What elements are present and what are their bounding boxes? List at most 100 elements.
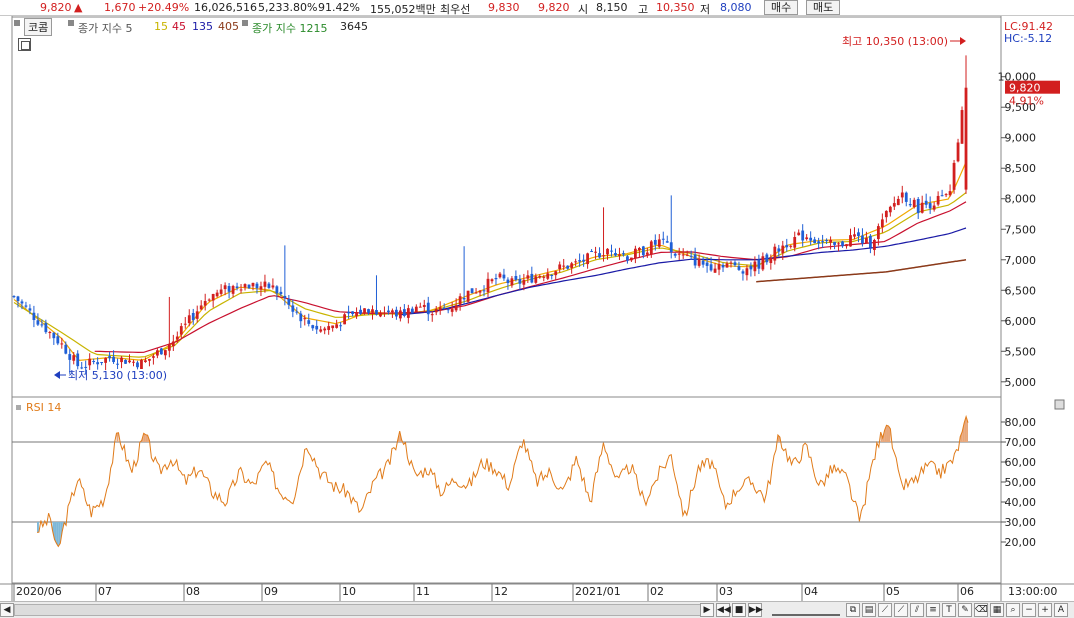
candle-body [817, 241, 821, 244]
legend-marker-icon [14, 20, 20, 26]
candle-body [116, 363, 119, 365]
candle-body [363, 308, 366, 313]
zoom-search-icon[interactable]: ⌕ [1006, 603, 1020, 617]
scroll-left-icon[interactable]: ◀ [0, 603, 14, 617]
marker-tool-icon[interactable]: ✎ [958, 603, 972, 617]
candle-body [677, 253, 681, 255]
candle-body [44, 323, 48, 333]
sell-button[interactable]: 매도 [806, 0, 841, 15]
candle-body [442, 307, 446, 309]
scroll-track[interactable] [14, 604, 704, 616]
candle-body [32, 312, 36, 321]
copy-icon[interactable]: ⧉ [846, 603, 860, 617]
candle-body [40, 324, 44, 326]
candle-body [594, 251, 597, 253]
candle-body [478, 290, 482, 293]
chart-area[interactable]: RSI 14 5,000 5,500 6,000 6,500 7,000 7,500 8,0… [0, 16, 1074, 601]
candle-body [657, 239, 661, 247]
x-tick-label: 2020/06 [16, 585, 62, 598]
candle-body [518, 278, 522, 284]
x-tick-label: 08 [186, 585, 200, 598]
candle-body [924, 200, 928, 205]
candle-body [136, 362, 139, 368]
candle-body [725, 263, 729, 268]
candle-body [717, 264, 721, 270]
rsi-pane-close-icon[interactable] [1054, 399, 1065, 410]
candle-body [570, 263, 574, 268]
chart-settings-icon[interactable] [18, 38, 31, 51]
text-tool-icon[interactable]: T [942, 603, 956, 617]
candle-body [645, 252, 649, 255]
candle-body [20, 301, 24, 304]
vol-marker-icon [242, 20, 248, 26]
candle-body [633, 248, 637, 259]
candle-body [837, 243, 840, 245]
auto-scale-icon[interactable]: A [1054, 603, 1068, 617]
candle-body [805, 237, 809, 240]
candle-body [562, 265, 566, 267]
chart-type-icon[interactable]: ▤ [862, 603, 876, 617]
candle-body [76, 353, 80, 367]
fib-tool-icon[interactable]: ≡ [926, 603, 940, 617]
candle-body [618, 254, 621, 256]
candle-body [590, 251, 593, 253]
zoom-slider[interactable] [772, 604, 840, 616]
candle-body [163, 350, 167, 356]
candle-body [255, 283, 259, 289]
candle-body [112, 356, 115, 363]
candle-body [371, 309, 374, 313]
buy-button[interactable]: 매수 [764, 0, 799, 15]
candle-body [434, 309, 438, 313]
grid-icon[interactable]: ▦ [990, 603, 1004, 617]
candle-body [578, 260, 582, 262]
candle-body [398, 310, 402, 319]
candle-body [195, 311, 199, 319]
candle-body [733, 262, 737, 266]
candle-body [741, 271, 745, 274]
rewind-icon[interactable]: ◀◀ [716, 603, 731, 617]
candle-body [96, 362, 100, 365]
candle-body [152, 356, 155, 358]
candle-body [331, 325, 335, 329]
candle-body [48, 332, 52, 334]
candle-body [351, 311, 354, 315]
candle-body [649, 241, 653, 255]
candle-body [606, 248, 609, 255]
candle-body [430, 314, 434, 316]
candle-body [259, 286, 263, 290]
x-tick-label: 09 [264, 585, 278, 598]
candle-body [948, 191, 952, 196]
stock-name[interactable]: 코콤 [24, 18, 53, 36]
scroll-right-icon[interactable]: ▶ [700, 603, 714, 617]
rsi-overbought-fill [145, 434, 148, 442]
candle-body [849, 235, 852, 247]
zoom-out-icon[interactable]: − [1022, 603, 1036, 617]
candle-body [12, 296, 16, 298]
candle-body [458, 296, 462, 305]
candle-body [303, 318, 307, 320]
price-tick-label: 8,000 [1005, 193, 1037, 206]
candle-body [155, 350, 159, 356]
candle-body [307, 320, 311, 324]
zoom-in-icon[interactable]: + [1038, 603, 1052, 617]
candle-body [841, 241, 844, 247]
line-tool-icon[interactable]: ⟋ [878, 603, 892, 617]
candle-body [347, 311, 350, 314]
rsi-tick-label: 80,00 [1005, 416, 1037, 429]
candle-body [235, 286, 239, 288]
candle-body [108, 356, 111, 359]
candle-body [359, 309, 362, 314]
fast-forward-icon[interactable]: ▶▶ [748, 603, 763, 617]
candle-body [809, 237, 813, 241]
candle-body [514, 275, 518, 280]
candle-body [144, 360, 147, 363]
channel-tool-icon[interactable]: ⫽ [910, 603, 924, 617]
x-tick-label: 06 [960, 585, 974, 598]
candle-body [940, 195, 944, 197]
stop-icon[interactable]: ■ [732, 603, 746, 617]
candle-body [167, 344, 171, 351]
x-tick-label: 07 [98, 585, 112, 598]
eraser-icon[interactable]: ⌫ [974, 603, 988, 617]
low-price: 8,080 [720, 1, 752, 14]
trend-tool-icon[interactable]: ⟋ [894, 603, 908, 617]
